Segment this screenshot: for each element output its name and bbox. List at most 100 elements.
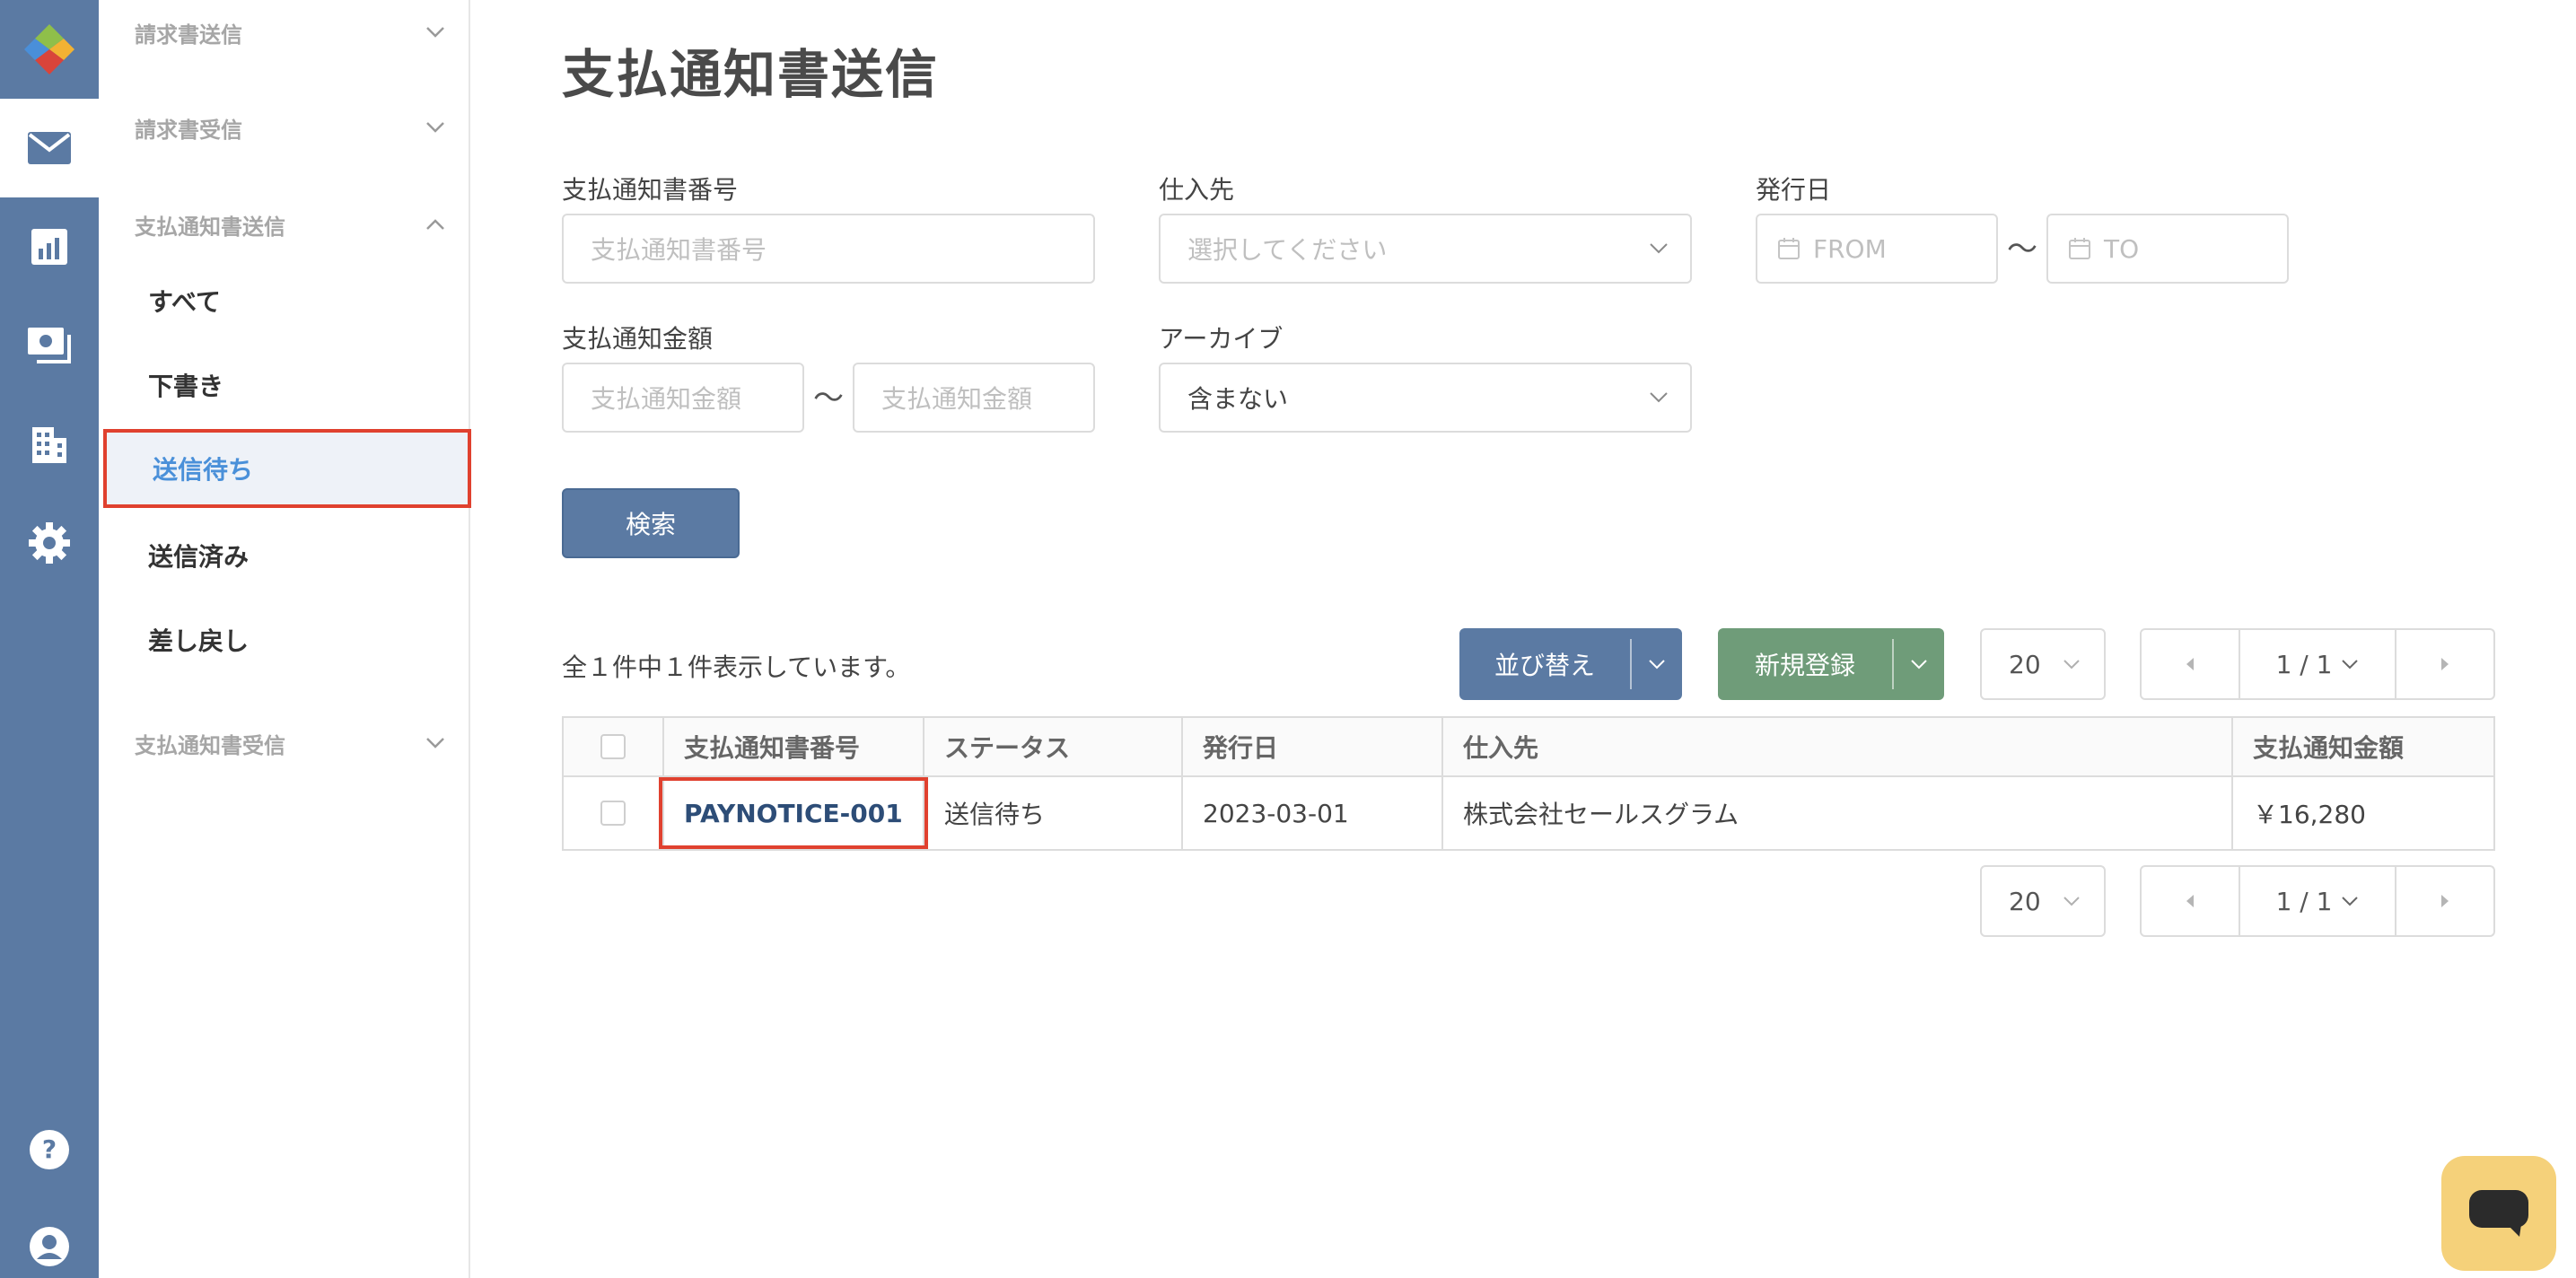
page-select[interactable]: 1 / 1 [2239, 867, 2396, 935]
caret-left-icon [2186, 658, 2194, 670]
chevron-down-icon [2342, 660, 2359, 670]
rail-item-mail[interactable] [0, 99, 99, 197]
amount-label: 支払通知金額 [562, 324, 714, 354]
sidebar-item-sent[interactable]: 送信済み [148, 533, 471, 578]
amount-min-input[interactable]: 支払通知金額 [562, 363, 804, 433]
column-amount[interactable]: 支払通知金額 [2233, 718, 2493, 775]
per-page-value: 20 [2009, 886, 2041, 916]
sidebar-item-waiting[interactable]: 送信待ち [103, 429, 471, 508]
sort-button[interactable]: 並び替え [1459, 628, 1630, 700]
chevron-down-icon [2063, 897, 2080, 906]
gear-icon [29, 522, 70, 564]
chevron-down-icon [1649, 660, 1665, 670]
sidebar-section-label: 支払通知書送信 [135, 214, 285, 240]
sidebar-item-label: 下書き [148, 372, 224, 401]
rail-item-help[interactable]: ? [0, 1100, 99, 1199]
chevron-down-icon [422, 114, 449, 141]
sidebar-item-label: すべて [148, 287, 221, 317]
select-all-checkbox[interactable] [600, 734, 626, 759]
sidebar-item-label: 送信済み [148, 542, 250, 572]
search-button[interactable]: 検索 [562, 488, 740, 558]
number-input-placeholder: 支払通知書番号 [591, 235, 767, 265]
caret-right-icon [2441, 895, 2449, 907]
sidebar-section-invoice-send[interactable]: 請求書送信 [135, 14, 449, 50]
chevron-down-icon [1650, 243, 1668, 254]
pagination: 1 / 1 [2140, 628, 2495, 700]
rail-item-money[interactable] [0, 296, 99, 395]
table-row: PAYNOTICE-001 送信待ち 2023-03-01 株式会社セールスグラ… [564, 777, 2493, 849]
column-supplier[interactable]: 仕入先 [1443, 718, 2233, 775]
amount-max-input[interactable]: 支払通知金額 [853, 363, 1095, 433]
date-to-placeholder: TO [2104, 233, 2140, 264]
notice-number-link[interactable]: PAYNOTICE-001 [684, 799, 903, 828]
caret-right-icon [2441, 658, 2449, 670]
supplier-select-placeholder: 選択してください [1187, 235, 1388, 265]
sort-split-button: 並び替え [1459, 628, 1682, 700]
main-content: 支払通知書送信 支払通知書番号 仕入先 発行日 支払通知書番号 選択してください… [472, 0, 2576, 1278]
number-cell: PAYNOTICE-001 [659, 777, 928, 849]
supplier-cell: 株式会社セールスグラム [1443, 777, 2233, 849]
rail-item-chart[interactable] [0, 197, 99, 296]
chevron-down-icon [422, 730, 449, 757]
amount-cell: ￥16,280 [2253, 800, 2366, 829]
date-range-separator: 〜 [2007, 232, 2037, 267]
rail-item-settings[interactable] [0, 494, 99, 592]
sidebar-item-returned[interactable]: 差し戻し [148, 617, 471, 662]
page-select[interactable]: 1 / 1 [2239, 630, 2396, 698]
chat-icon [2469, 1190, 2528, 1237]
supplier-select[interactable]: 選択してください [1159, 214, 1692, 284]
secondary-sidebar: 請求書送信 請求書受信 支払通知書送信 すべて 下書き 送信待ち 送信済み 差し… [99, 0, 471, 1278]
date-from-placeholder: FROM [1813, 233, 1887, 264]
new-dropdown-toggle[interactable] [1894, 628, 1944, 700]
issue-date-cell: 2023-03-01 [1183, 777, 1443, 849]
table-header: 支払通知書番号 ステータス 発行日 仕入先 支払通知金額 [564, 718, 2493, 777]
date-from-input[interactable]: FROM [1756, 214, 1998, 284]
new-button[interactable]: 新規登録 [1718, 628, 1892, 700]
page-indicator: 1 / 1 [2275, 649, 2333, 679]
sidebar-section-label: 請求書受信 [135, 117, 242, 143]
rail-item-account[interactable] [0, 1197, 99, 1278]
per-page-value: 20 [2009, 649, 2041, 679]
new-split-button: 新規登録 [1718, 628, 1944, 700]
app-logo[interactable] [0, 0, 99, 99]
column-issue-date[interactable]: 発行日 [1183, 718, 1443, 775]
status-cell: 送信待ち [924, 777, 1183, 849]
user-icon [30, 1227, 69, 1266]
per-page-select[interactable]: 20 [1980, 628, 2106, 700]
sidebar-item-label: 送信待ち [153, 455, 254, 485]
help-icon: ? [30, 1130, 69, 1169]
date-to-input[interactable]: TO [2046, 214, 2289, 284]
sort-dropdown-toggle[interactable] [1632, 628, 1682, 700]
number-label: 支払通知書番号 [562, 175, 739, 205]
chevron-down-icon [1650, 392, 1668, 403]
calendar-icon [2069, 238, 2090, 259]
rail-item-building[interactable] [0, 395, 99, 494]
next-page-button[interactable] [2396, 867, 2493, 935]
sidebar-section-notice-send[interactable]: 支払通知書送信 [135, 206, 449, 242]
chart-icon [31, 229, 67, 265]
column-status[interactable]: ステータス [924, 718, 1183, 775]
chevron-up-icon [422, 211, 449, 238]
row-checkbox-cell [564, 777, 664, 849]
prev-page-button[interactable] [2142, 867, 2239, 935]
chevron-down-icon [1911, 660, 1927, 670]
notice-table: 支払通知書番号 ステータス 発行日 仕入先 支払通知金額 PAYNOTICE-0… [562, 716, 2495, 851]
chevron-down-icon [2342, 897, 2359, 906]
prev-page-button[interactable] [2142, 630, 2239, 698]
issue-date-label: 発行日 [1756, 175, 1832, 205]
sidebar-section-invoice-receive[interactable]: 請求書受信 [135, 109, 449, 145]
amount-range-separator: 〜 [813, 381, 844, 416]
archive-select[interactable]: 含まない [1159, 363, 1692, 433]
chat-button[interactable] [2441, 1156, 2556, 1271]
number-input[interactable]: 支払通知書番号 [562, 214, 1095, 284]
per-page-select-bottom[interactable]: 20 [1980, 865, 2106, 937]
amount-max-placeholder: 支払通知金額 [881, 384, 1033, 414]
next-page-button[interactable] [2396, 630, 2493, 698]
building-icon [32, 427, 66, 463]
sidebar-item-draft[interactable]: 下書き [148, 363, 471, 407]
row-checkbox[interactable] [600, 801, 626, 826]
sidebar-item-label: 差し戻し [148, 626, 250, 656]
sidebar-section-notice-receive[interactable]: 支払通知書受信 [135, 725, 449, 761]
column-number[interactable]: 支払通知書番号 [664, 718, 924, 775]
sidebar-item-all[interactable]: すべて [148, 278, 471, 323]
